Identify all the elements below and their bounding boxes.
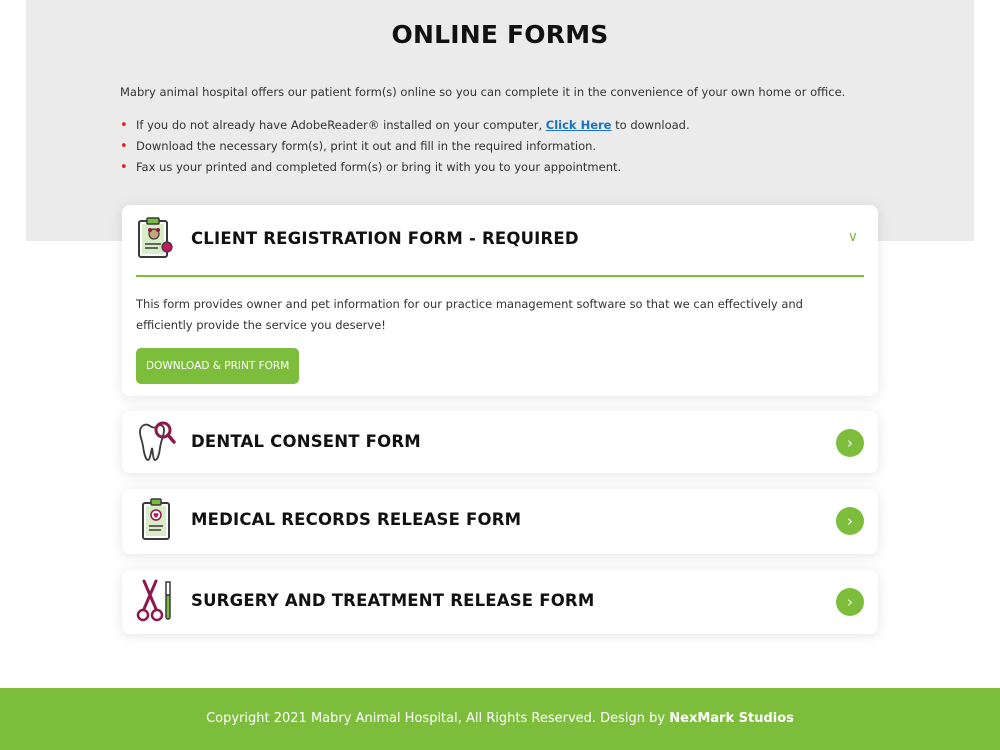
title-bold: FORMS [507,20,609,49]
dental-consent-card[interactable]: DENTAL CONSENT FORM › [122,411,878,473]
click-here-link[interactable]: Click Here [546,118,612,132]
tooth-magnifier-icon [136,420,176,464]
footer-brand-link[interactable]: NexMark Studios [669,711,794,726]
card-title[interactable]: CLIENT REGISTRATION FORM - REQUIRED [191,229,579,248]
card-title[interactable]: SURGERY AND TREATMENT RELEASE FORM [191,591,594,610]
list-item: If you do not already have AdobeReader® … [120,118,690,139]
clipboard-heart-icon [136,498,174,542]
scissors-scalpel-icon [136,579,174,623]
list-item: Fax us your printed and completed form(s… [120,160,690,181]
list-item: Download the necessary form(s), print it… [120,139,690,160]
chevron-right-icon[interactable]: › [836,507,864,535]
chevron-right-icon[interactable]: › [836,429,864,457]
card-description: This form provides owner and pet informa… [136,297,803,332]
footer-copyright: Copyright 2021 Mabry Animal Hospital, Al… [206,711,666,726]
download-print-button[interactable]: DOWNLOAD & PRINT FORM [136,348,300,384]
client-registration-card: CLIENT REGISTRATION FORM - REQUIRED ∨ Th… [122,205,878,396]
instructions-list: If you do not already have AdobeReader® … [120,118,690,181]
card-title[interactable]: MEDICAL RECORDS RELEASE FORM [191,510,521,529]
bullet-1-post: to download. [615,118,690,132]
card-title[interactable]: DENTAL CONSENT FORM [191,432,421,451]
surgery-treatment-card[interactable]: SURGERY AND TREATMENT RELEASE FORM › [122,570,878,634]
chevron-right-icon[interactable]: › [836,588,864,616]
intro-text: Mabry animal hospital offers our patient… [120,85,846,99]
medical-records-card[interactable]: MEDICAL RECORDS RELEASE FORM › [122,489,878,554]
clipboard-pet-icon [136,217,174,261]
footer: Copyright 2021 Mabry Animal Hospital, Al… [0,688,1000,750]
page-title: ONLINE FORMS [0,20,1000,49]
divider [136,275,864,277]
chevron-down-icon[interactable]: ∨ [848,229,858,245]
title-light: ONLINE [391,20,499,49]
bullet-1-pre: If you do not already have AdobeReader® … [136,118,543,132]
